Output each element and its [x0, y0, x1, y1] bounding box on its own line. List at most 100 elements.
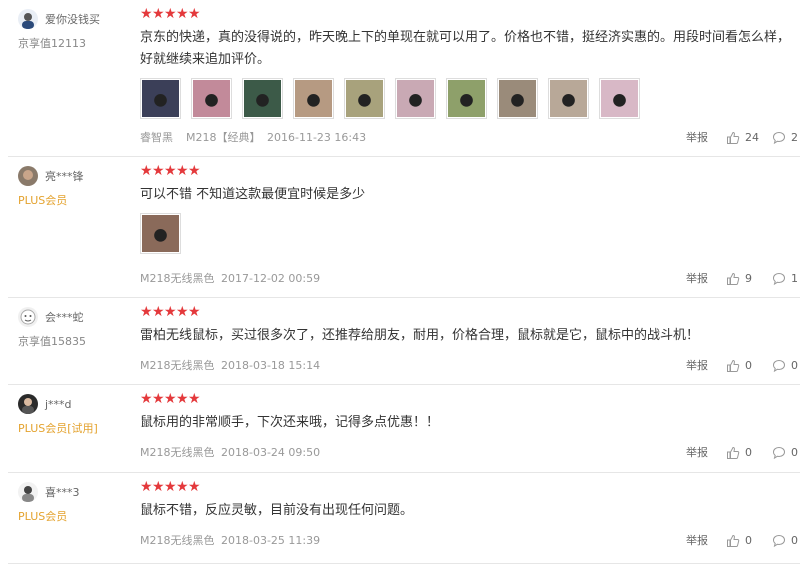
photo-placeholder [295, 80, 332, 117]
comment-icon [772, 359, 786, 373]
star-rating: ★★★★★ [140, 305, 800, 319]
photo-placeholder [142, 80, 179, 117]
username: 爱你没钱买 [45, 13, 100, 26]
comment-icon [772, 131, 786, 145]
report-link[interactable]: 举报 [686, 533, 708, 549]
star-icon: ★ [164, 6, 177, 22]
photo-placeholder [244, 80, 281, 117]
review-photos [140, 78, 800, 119]
avatar[interactable] [18, 307, 38, 327]
like-button[interactable]: 24 [726, 130, 759, 146]
user-level: PLUS会员[试用] [18, 422, 98, 435]
review-date: 2017-12-02 00:59 [221, 272, 321, 285]
comment-button[interactable]: 0 [772, 445, 798, 461]
like-button[interactable]: 0 [726, 358, 752, 374]
user-level: 京享值12113 [18, 37, 86, 50]
comment-count: 2 [791, 131, 798, 144]
star-rating: ★★★★★ [140, 164, 800, 178]
star-icon: ★ [164, 391, 177, 407]
star-rating: ★★★★★ [140, 392, 800, 406]
review-text: 鼠标不错，反应灵敏，目前没有出现任何问题。 [140, 503, 414, 518]
comment-icon [772, 534, 786, 548]
like-count: 0 [745, 359, 752, 372]
star-icon: ★ [152, 479, 165, 495]
review-photos [140, 213, 800, 254]
star-rating: ★★★★★ [140, 7, 800, 21]
report-link[interactable]: 举报 [686, 271, 708, 287]
review-photo-thumbnail[interactable] [344, 78, 385, 119]
star-icon: ★ [176, 479, 189, 495]
like-count: 9 [745, 272, 752, 285]
review-date: 2018-03-25 11:39 [221, 534, 321, 547]
report-link[interactable]: 举报 [686, 130, 708, 146]
reviewer-info: 会***蛇 京享值15835 [18, 307, 138, 349]
user-level: 京享值15835 [18, 335, 86, 348]
comment-button[interactable]: 1 [772, 271, 798, 287]
report-link[interactable]: 举报 [686, 445, 708, 461]
review-text: 可以不错 不知道这款最便宜时候是多少 [140, 187, 366, 202]
star-icon: ★ [152, 304, 165, 320]
like-button[interactable]: 0 [726, 445, 752, 461]
thumbs-up-icon [726, 534, 740, 548]
star-icon: ★ [188, 304, 201, 320]
review-photo-thumbnail[interactable] [242, 78, 283, 119]
product-spec: M218无线黑色 [140, 446, 215, 459]
review-text: 雷柏无线鼠标，买过很多次了，还推荐给朋友，耐用，价格合理，鼠标就是它，鼠标中的战… [140, 328, 700, 343]
star-icon: ★ [188, 163, 201, 179]
review-date: 2018-03-24 09:50 [221, 446, 321, 459]
avatar[interactable] [18, 482, 38, 502]
like-count: 0 [745, 446, 752, 459]
star-icon: ★ [164, 479, 177, 495]
report-link[interactable]: 举报 [686, 358, 708, 374]
comment-count: 0 [791, 359, 798, 372]
star-icon: ★ [176, 163, 189, 179]
review-photo-thumbnail[interactable] [497, 78, 538, 119]
review-photo-thumbnail[interactable] [140, 78, 181, 119]
thumbs-up-icon [726, 446, 740, 460]
review-photo-thumbnail[interactable] [395, 78, 436, 119]
comment-button[interactable]: 2 [772, 130, 798, 146]
review-text: 鼠标用的非常顺手，下次还来哦，记得多点优惠！！ [140, 415, 440, 430]
photo-placeholder [499, 80, 536, 117]
like-button[interactable]: 0 [726, 533, 752, 549]
thumbs-up-icon [726, 131, 740, 145]
like-count: 0 [745, 534, 752, 547]
star-icon: ★ [188, 391, 201, 407]
review-photo-thumbnail[interactable] [293, 78, 334, 119]
photo-placeholder [193, 80, 230, 117]
star-icon: ★ [140, 163, 153, 179]
photo-placeholder [601, 80, 638, 117]
username: j***d [45, 397, 72, 411]
avatar[interactable] [18, 394, 38, 414]
product-spec: M218无线黑色 [140, 359, 215, 372]
username: 会***蛇 [45, 311, 84, 324]
like-button[interactable]: 9 [726, 271, 752, 287]
comment-count: 1 [791, 272, 798, 285]
reviewer-info: 亮***锋 PLUS会员 [18, 166, 138, 208]
comment-button[interactable]: 0 [772, 533, 798, 549]
reviewer-info: 喜***3 PLUS会员 [18, 482, 138, 524]
comment-count: 0 [791, 534, 798, 547]
photo-placeholder [142, 215, 179, 252]
review-photo-thumbnail[interactable] [599, 78, 640, 119]
star-icon: ★ [152, 391, 165, 407]
thumbs-up-icon [726, 272, 740, 286]
review-item: 喜***3 PLUS会员 ★★★★★ 鼠标不错，反应灵敏，目前没有出现任何问题。… [8, 473, 800, 564]
star-icon: ★ [176, 304, 189, 320]
review-photo-thumbnail[interactable] [548, 78, 589, 119]
star-icon: ★ [152, 6, 165, 22]
star-icon: ★ [140, 479, 153, 495]
comment-button[interactable]: 0 [772, 358, 798, 374]
reviewer-info: 爱你没钱买 京享值12113 [18, 9, 138, 51]
product-spec: M218无线黑色 [140, 534, 215, 547]
review-photo-thumbnail[interactable] [140, 213, 181, 254]
avatar[interactable] [18, 166, 38, 186]
review-photo-thumbnail[interactable] [191, 78, 232, 119]
photo-placeholder [550, 80, 587, 117]
star-icon: ★ [140, 304, 153, 320]
review-item: 爱你没钱买 京享值12113 ★★★★★ 京东的快递，真的没得说的，昨天晚上下的… [8, 0, 800, 157]
avatar[interactable] [18, 9, 38, 29]
user-level: PLUS会员 [18, 510, 68, 523]
star-icon: ★ [152, 163, 165, 179]
review-photo-thumbnail[interactable] [446, 78, 487, 119]
